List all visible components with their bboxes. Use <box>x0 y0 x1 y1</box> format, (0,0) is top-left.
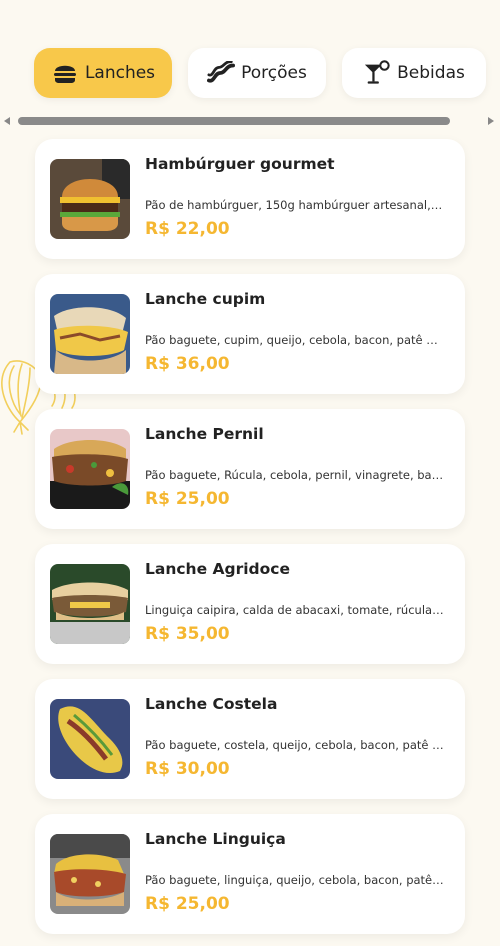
burger-icon <box>51 60 79 86</box>
item-image <box>50 294 130 374</box>
horizontal-scrollbar[interactable] <box>0 114 500 128</box>
item-price: R$ 25,00 <box>145 489 230 509</box>
item-image <box>50 564 130 644</box>
tab-porcoes[interactable]: Porções <box>188 48 326 98</box>
menu-item-card[interactable]: Lanche Costela Pão baguete, costela, que… <box>35 679 465 799</box>
item-price: R$ 35,00 <box>145 624 230 644</box>
item-name: Lanche Agridoce <box>145 560 290 578</box>
item-price: R$ 30,00 <box>145 759 230 779</box>
item-image <box>50 699 130 779</box>
menu-item-card[interactable]: Lanche Agridoce Linguiça caipira, calda … <box>35 544 465 664</box>
item-description: Pão de hambúrguer, 150g hambúrguer artes… <box>145 198 445 212</box>
cocktail-icon <box>363 60 391 86</box>
item-name: Lanche Costela <box>145 695 278 713</box>
item-image <box>50 834 130 914</box>
tab-lanches-label: Lanches <box>84 63 156 83</box>
item-price: R$ 22,00 <box>145 219 230 239</box>
bacon-icon <box>207 60 236 86</box>
menu-item-card[interactable]: Lanche Pernil Pão baguete, Rúcula, cebol… <box>35 409 465 529</box>
item-name: Lanche Linguiça <box>145 830 286 848</box>
item-description: Pão baguete, cupim, queijo, cebola, baco… <box>145 333 445 347</box>
scroll-right-icon[interactable] <box>488 117 494 125</box>
menu-item-list: Hambúrguer gourmet Pão de hambúrguer, 15… <box>35 139 465 946</box>
item-image <box>50 429 130 509</box>
item-image <box>50 159 130 239</box>
item-description: Pão baguete, linguiça, queijo, cebola, b… <box>145 873 445 887</box>
scroll-left-icon[interactable] <box>4 117 10 125</box>
scroll-thumb[interactable] <box>18 117 450 125</box>
tab-porcoes-label: Porções <box>241 63 307 83</box>
item-description: Linguiça caipira, calda de abacaxi, toma… <box>145 603 445 617</box>
item-description: Pão baguete, costela, queijo, cebola, ba… <box>145 738 445 752</box>
item-price: R$ 25,00 <box>145 894 230 914</box>
menu-item-card[interactable]: Hambúrguer gourmet Pão de hambúrguer, 15… <box>35 139 465 259</box>
item-name: Lanche Pernil <box>145 425 264 443</box>
item-name: Lanche cupim <box>145 290 266 308</box>
category-tabs: Lanches Porções Bebidas <box>34 48 486 98</box>
tab-lanches[interactable]: Lanches <box>34 48 172 98</box>
tab-bebidas-label: Bebidas <box>397 63 465 83</box>
tab-bebidas[interactable]: Bebidas <box>342 48 486 98</box>
menu-item-card[interactable]: Lanche Linguiça Pão baguete, linguiça, q… <box>35 814 465 934</box>
item-name: Hambúrguer gourmet <box>145 155 335 173</box>
item-price: R$ 36,00 <box>145 354 230 374</box>
item-description: Pão baguete, Rúcula, cebola, pernil, vin… <box>145 468 445 482</box>
menu-item-card[interactable]: Lanche cupim Pão baguete, cupim, queijo,… <box>35 274 465 394</box>
